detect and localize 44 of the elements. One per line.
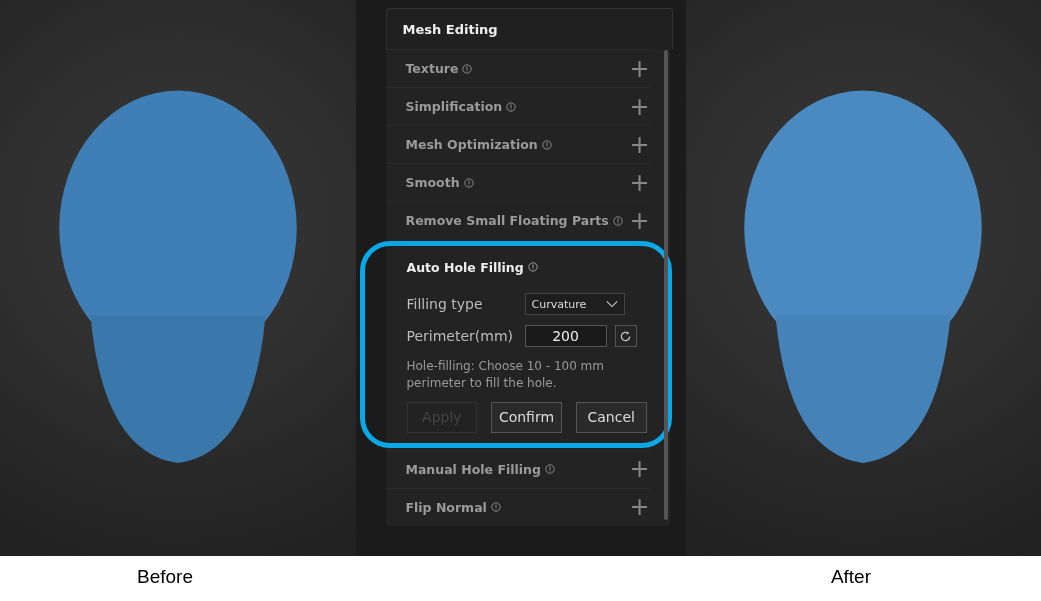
section-label: Texture — [405, 61, 459, 76]
section-header[interactable]: Smooth + — [385, 163, 650, 201]
info-icon — [527, 262, 538, 272]
info-icon — [506, 101, 517, 112]
info-icon — [462, 63, 473, 74]
info-icon — [544, 464, 555, 475]
expand-toggle[interactable]: + — [629, 56, 650, 81]
caption: After — [830, 566, 871, 588]
expand-toggle[interactable]: + — [629, 170, 650, 195]
expand-toggle[interactable]: + — [629, 208, 650, 233]
scrollbar[interactable] — [663, 50, 668, 520]
field-label: Filling type — [406, 296, 484, 312]
hint-text: Hole-filling: Choose 10 - 100 mm perimeter to fill the hole. — [406, 358, 605, 392]
info-icon — [490, 502, 501, 513]
expand-toggle[interactable]: + — [629, 457, 650, 482]
panel-title: Mesh Editing — [402, 21, 498, 37]
section-header[interactable]: Flip Normal + — [385, 487, 650, 526]
section-label: Smooth — [405, 175, 460, 190]
info-icon — [541, 139, 552, 150]
section-label: Flip Normal — [405, 499, 487, 515]
info-icon — [612, 215, 623, 226]
action-button[interactable]: Cancel — [575, 401, 647, 433]
section-header[interactable]: Texture + — [385, 49, 650, 87]
section-label: Manual Hole Filling — [405, 461, 541, 477]
reset-button[interactable] — [614, 325, 637, 347]
chevron-down-icon — [605, 300, 618, 308]
section-label: Simplification — [405, 99, 503, 114]
section-label: Mesh Optimization — [405, 137, 538, 152]
expand-toggle[interactable]: + — [629, 132, 650, 157]
field-label: Perimeter(mm) — [406, 328, 514, 344]
section-header[interactable]: Manual Hole Filling + — [385, 449, 650, 488]
expand-toggle[interactable]: + — [629, 495, 650, 520]
section-header[interactable]: Remove Small Floating Parts + — [385, 201, 650, 239]
section-label: Remove Small Floating Parts — [405, 213, 609, 228]
section-header[interactable]: Simplification + — [385, 87, 650, 125]
refresh-icon — [619, 329, 632, 343]
filling-type-dropdown[interactable]: Curvature — [524, 293, 625, 315]
expand-toggle[interactable]: + — [629, 94, 650, 119]
caption: Before — [137, 566, 193, 588]
perimeter-input[interactable]: 200 — [524, 325, 607, 347]
section-label: Auto Hole Filling — [406, 259, 524, 275]
section-header[interactable]: Mesh Optimization + — [385, 125, 650, 163]
info-icon — [463, 177, 474, 188]
action-button[interactable]: Confirm — [491, 401, 562, 433]
